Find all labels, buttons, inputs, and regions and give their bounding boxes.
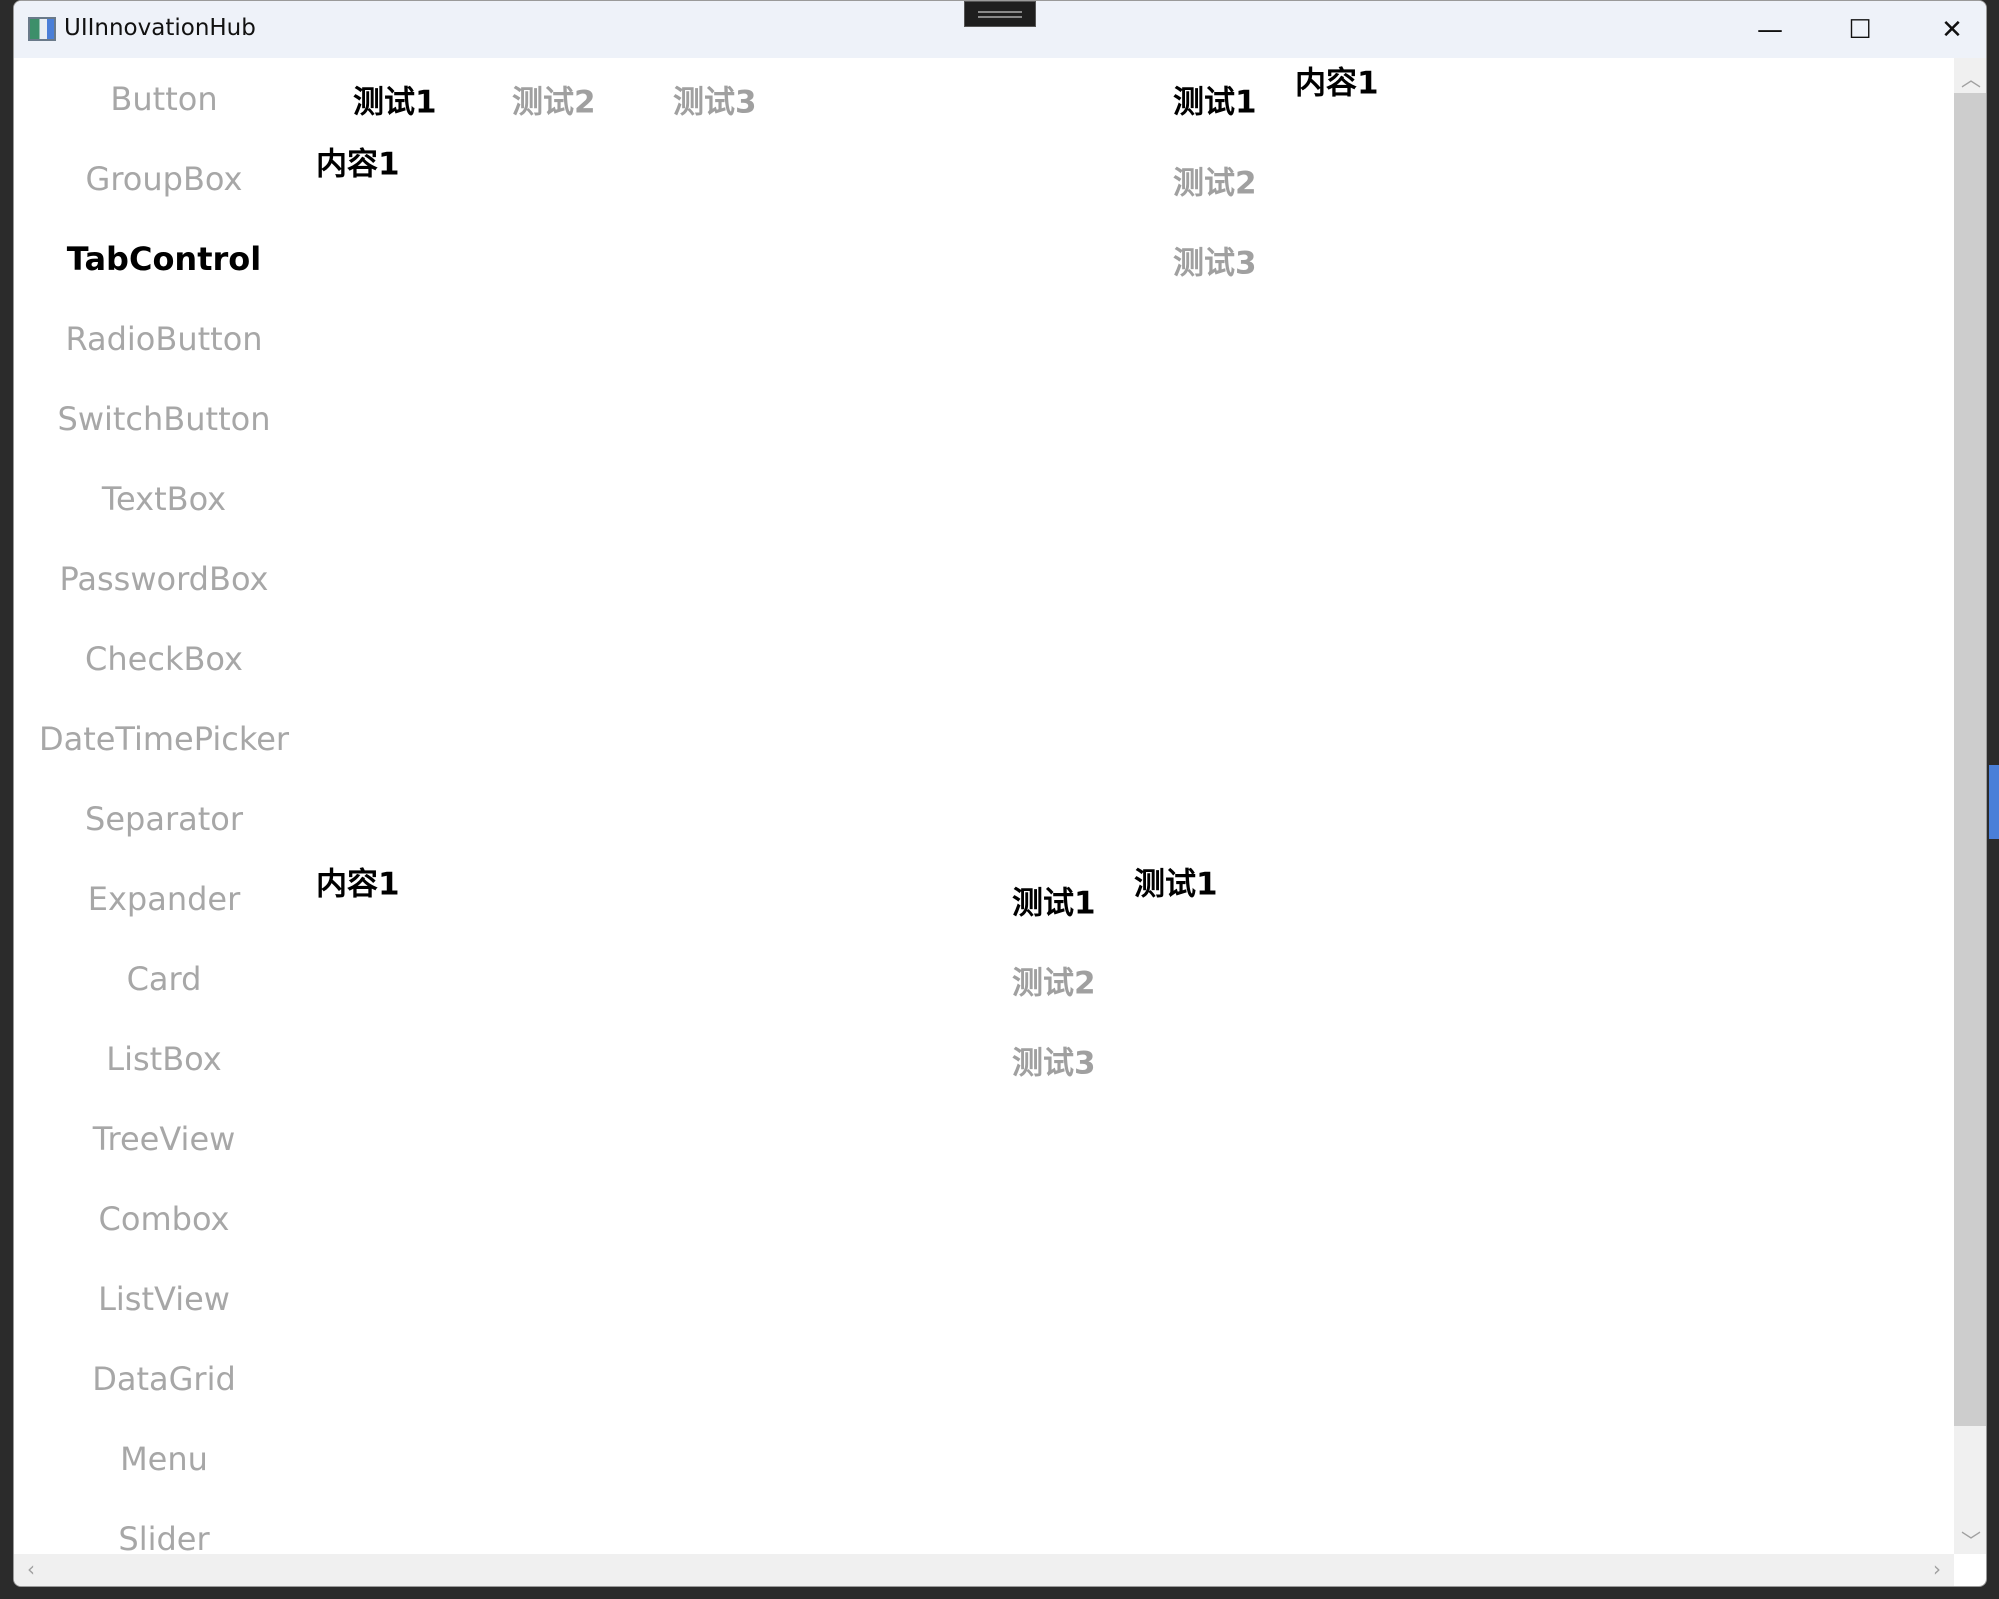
tab-left-3[interactable]: 测试3 (1173, 238, 1257, 283)
tab-left-content: 内容1 (1295, 65, 1379, 102)
tab-top-content: 内容1 (316, 146, 400, 183)
sidebar-item-button[interactable]: Button (14, 80, 314, 118)
sidebar-item-listview[interactable]: ListView (14, 1280, 314, 1318)
sidebar-item-datetimepicker[interactable]: DateTimePicker (14, 720, 314, 758)
sidebar-item-separator[interactable]: Separator (14, 800, 314, 838)
tab-left-2[interactable]: 测试2 (1173, 158, 1257, 203)
close-button[interactable]: ✕ (1912, 1, 1986, 58)
sidebar-item-groupbox[interactable]: GroupBox (14, 160, 314, 198)
sidebar-item-slider[interactable]: Slider (14, 1520, 314, 1558)
sidebar-item-menu[interactable]: Menu (14, 1440, 314, 1478)
tab-right-1[interactable]: 测试1 (1012, 878, 1096, 923)
app-window: UIInnovationHub — ☐ ✕ Button GroupBox TabC… (13, 0, 1987, 1587)
horizontal-scrollbar[interactable] (14, 1554, 1954, 1586)
sidebar-item-radiobutton[interactable]: RadioButton (14, 320, 314, 358)
tab-top-3[interactable]: 测试3 (673, 77, 757, 122)
sidebar-item-card[interactable]: Card (14, 960, 314, 998)
sidebar-item-checkbox[interactable]: CheckBox (14, 640, 314, 678)
scroll-up-icon[interactable]: ︿ (1954, 63, 1986, 92)
scroll-down-icon[interactable]: ﹀ (1954, 1525, 1986, 1554)
drag-handle-icon[interactable] (964, 1, 1036, 27)
scroll-right-icon[interactable]: › (1920, 1557, 1954, 1581)
sidebar-item-combox[interactable]: Combox (14, 1200, 314, 1238)
tab-top-1[interactable]: 测试1 (353, 77, 437, 122)
tab-right-2[interactable]: 测试2 (1012, 958, 1096, 1003)
sidebar-item-passwordbox[interactable]: PasswordBox (14, 560, 314, 598)
sidebar-item-switchbutton[interactable]: SwitchButton (14, 400, 314, 438)
tab-top-2[interactable]: 测试2 (512, 77, 596, 122)
vertical-scroll-thumb[interactable] (1954, 93, 1986, 1426)
minimize-button[interactable]: — (1730, 1, 1810, 58)
maximize-button[interactable]: ☐ (1820, 1, 1900, 58)
sidebar-item-textbox[interactable]: TextBox (14, 480, 314, 518)
app-icon (28, 17, 56, 41)
tab-left-1[interactable]: 测试1 (1173, 77, 1257, 122)
background-window-edge (1989, 765, 1999, 839)
tab-bottom-content: 内容1 (316, 866, 400, 903)
window-title: UIInnovationHub (64, 15, 256, 41)
sidebar-item-expander[interactable]: Expander (14, 880, 314, 918)
sidebar-item-datagrid[interactable]: DataGrid (14, 1360, 314, 1398)
sidebar-item-listbox[interactable]: ListBox (14, 1040, 314, 1078)
sidebar-item-treeview[interactable]: TreeView (14, 1120, 314, 1158)
title-bar[interactable]: UIInnovationHub — ☐ ✕ (14, 1, 1986, 58)
tab-right-3[interactable]: 测试3 (1012, 1038, 1096, 1083)
sidebar-item-tabcontrol[interactable]: TabControl (14, 240, 314, 278)
scroll-left-icon[interactable]: ‹ (14, 1557, 48, 1581)
tab-right-content: 测试1 (1134, 866, 1218, 903)
